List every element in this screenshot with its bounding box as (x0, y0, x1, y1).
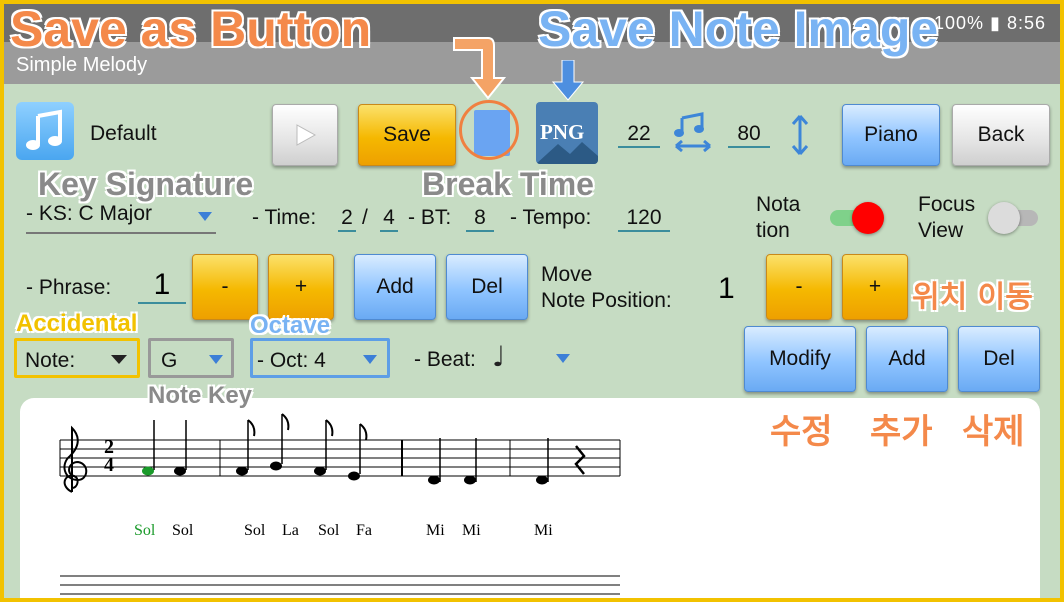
notation-label-line1: Nota (756, 193, 801, 216)
annotation-key-signature: Key Signature (38, 166, 254, 202)
dropdown-arrow-icon (556, 354, 570, 363)
phrase-plus-button[interactable]: + (268, 254, 334, 320)
note-name-label: Sol (318, 522, 340, 539)
note-key-select[interactable]: G (148, 338, 234, 378)
app-frame: 100% ▮ 8:56 Simple Melody Default Save P… (4, 4, 1060, 598)
annotation-note-key: Note Key (148, 382, 253, 409)
back-button[interactable]: Back (952, 104, 1050, 166)
annotation-octave: Octave (250, 312, 331, 339)
png-image-button[interactable]: PNG (536, 102, 598, 164)
annotation-accidental: Accidental (16, 310, 138, 337)
annotation-delete-ko: 삭제 (962, 412, 1025, 452)
landscape-icon (536, 142, 598, 164)
time-numerator[interactable]: 2 (338, 206, 356, 232)
note-position-value: 1 (718, 272, 735, 305)
note-key-value: G (161, 349, 178, 372)
dropdown-arrow-icon (363, 355, 377, 364)
break-time-select[interactable]: 8 (466, 206, 494, 232)
phrase-add-button[interactable]: Add (354, 254, 436, 320)
time-separator: / (362, 206, 368, 229)
note-name-label: Mi (534, 522, 553, 539)
notation-toggle[interactable] (830, 202, 884, 234)
dropdown-arrow-icon (198, 212, 212, 221)
time-denominator[interactable]: 4 (380, 206, 398, 232)
move-position-label-line1: Move (541, 263, 593, 286)
octave-select[interactable]: - Oct: 4 (250, 338, 390, 378)
phrase-del-button[interactable]: Del (446, 254, 528, 320)
phrase-value[interactable]: 1 (138, 268, 186, 304)
save-button[interactable]: Save (358, 104, 456, 166)
tempo-label: - Tempo: (510, 206, 592, 229)
tempo-input[interactable]: 120 (618, 206, 670, 232)
beamed-notes-icon[interactable] (672, 112, 714, 156)
status-indicators: 100% ▮ 8:56 (934, 13, 1046, 33)
add-note-button[interactable]: Add (866, 326, 948, 392)
accidental-select[interactable]: Note: (14, 338, 140, 378)
preset-label: Default (90, 122, 157, 145)
position-minus-button[interactable]: - (766, 254, 832, 320)
key-signature-value: - KS: C Major (26, 202, 153, 225)
dropdown-arrow-icon (209, 355, 223, 364)
focus-view-label-line1: Focus (918, 193, 976, 216)
annotation-arrow-blue (552, 60, 584, 101)
piano-button[interactable]: Piano (842, 104, 940, 166)
break-time-label: - BT: (408, 206, 452, 229)
quarter-note-icon: ♩ (492, 340, 506, 373)
vertical-arrows-icon[interactable] (790, 114, 810, 156)
annotation-modify-ko: 수정 (770, 412, 833, 452)
focus-view-toggle[interactable] (988, 200, 1042, 236)
annotation-add-ko: 추가 (870, 412, 933, 452)
annotation-move-position-ko: 위치 이동 (912, 280, 1033, 315)
modify-button[interactable]: Modify (744, 326, 856, 392)
note-name-label: Mi (462, 522, 481, 539)
annotation-save-as-button: Save as Button (10, 4, 372, 57)
position-plus-button[interactable]: + (842, 254, 908, 320)
note-name-label: Sol (134, 522, 156, 539)
music-note-icon[interactable] (16, 102, 74, 160)
play-icon (296, 124, 317, 146)
move-position-label-line2: Note Position: (541, 289, 672, 312)
time-label: - Time: (252, 206, 317, 229)
note-name-label: Mi (426, 522, 445, 539)
save-as-button-highlight-circle (459, 100, 519, 160)
annotation-save-note-image: Save Note Image (538, 4, 939, 57)
note-name-label: La (282, 522, 299, 539)
break-time-value[interactable]: 22 (618, 122, 660, 148)
focus-view-label-line2: View (918, 219, 964, 242)
note-name-label: Fa (356, 522, 372, 539)
phrase-minus-button[interactable]: - (192, 254, 258, 320)
beat-select[interactable]: ♩ (490, 340, 574, 374)
time-signature-bottom: 4 (104, 454, 114, 476)
phrase-label: - Phrase: (26, 276, 112, 299)
annotation-break-time: Break Time (422, 166, 594, 202)
octave-value: - Oct: 4 (257, 349, 326, 372)
note-name-label: Sol (244, 522, 266, 539)
annotation-arrow-orange (453, 37, 507, 100)
dropdown-arrow-icon (111, 355, 127, 364)
delete-note-button[interactable]: Del (958, 326, 1040, 392)
tempo-value-toolbar[interactable]: 80 (728, 122, 770, 148)
note-name-label: Sol (172, 522, 194, 539)
accidental-value: Note: (25, 349, 76, 372)
key-signature-select[interactable]: - KS: C Major (26, 202, 216, 234)
beat-label: - Beat: (414, 348, 476, 371)
notation-label-line2: tion (756, 219, 790, 242)
play-button[interactable] (272, 104, 338, 166)
